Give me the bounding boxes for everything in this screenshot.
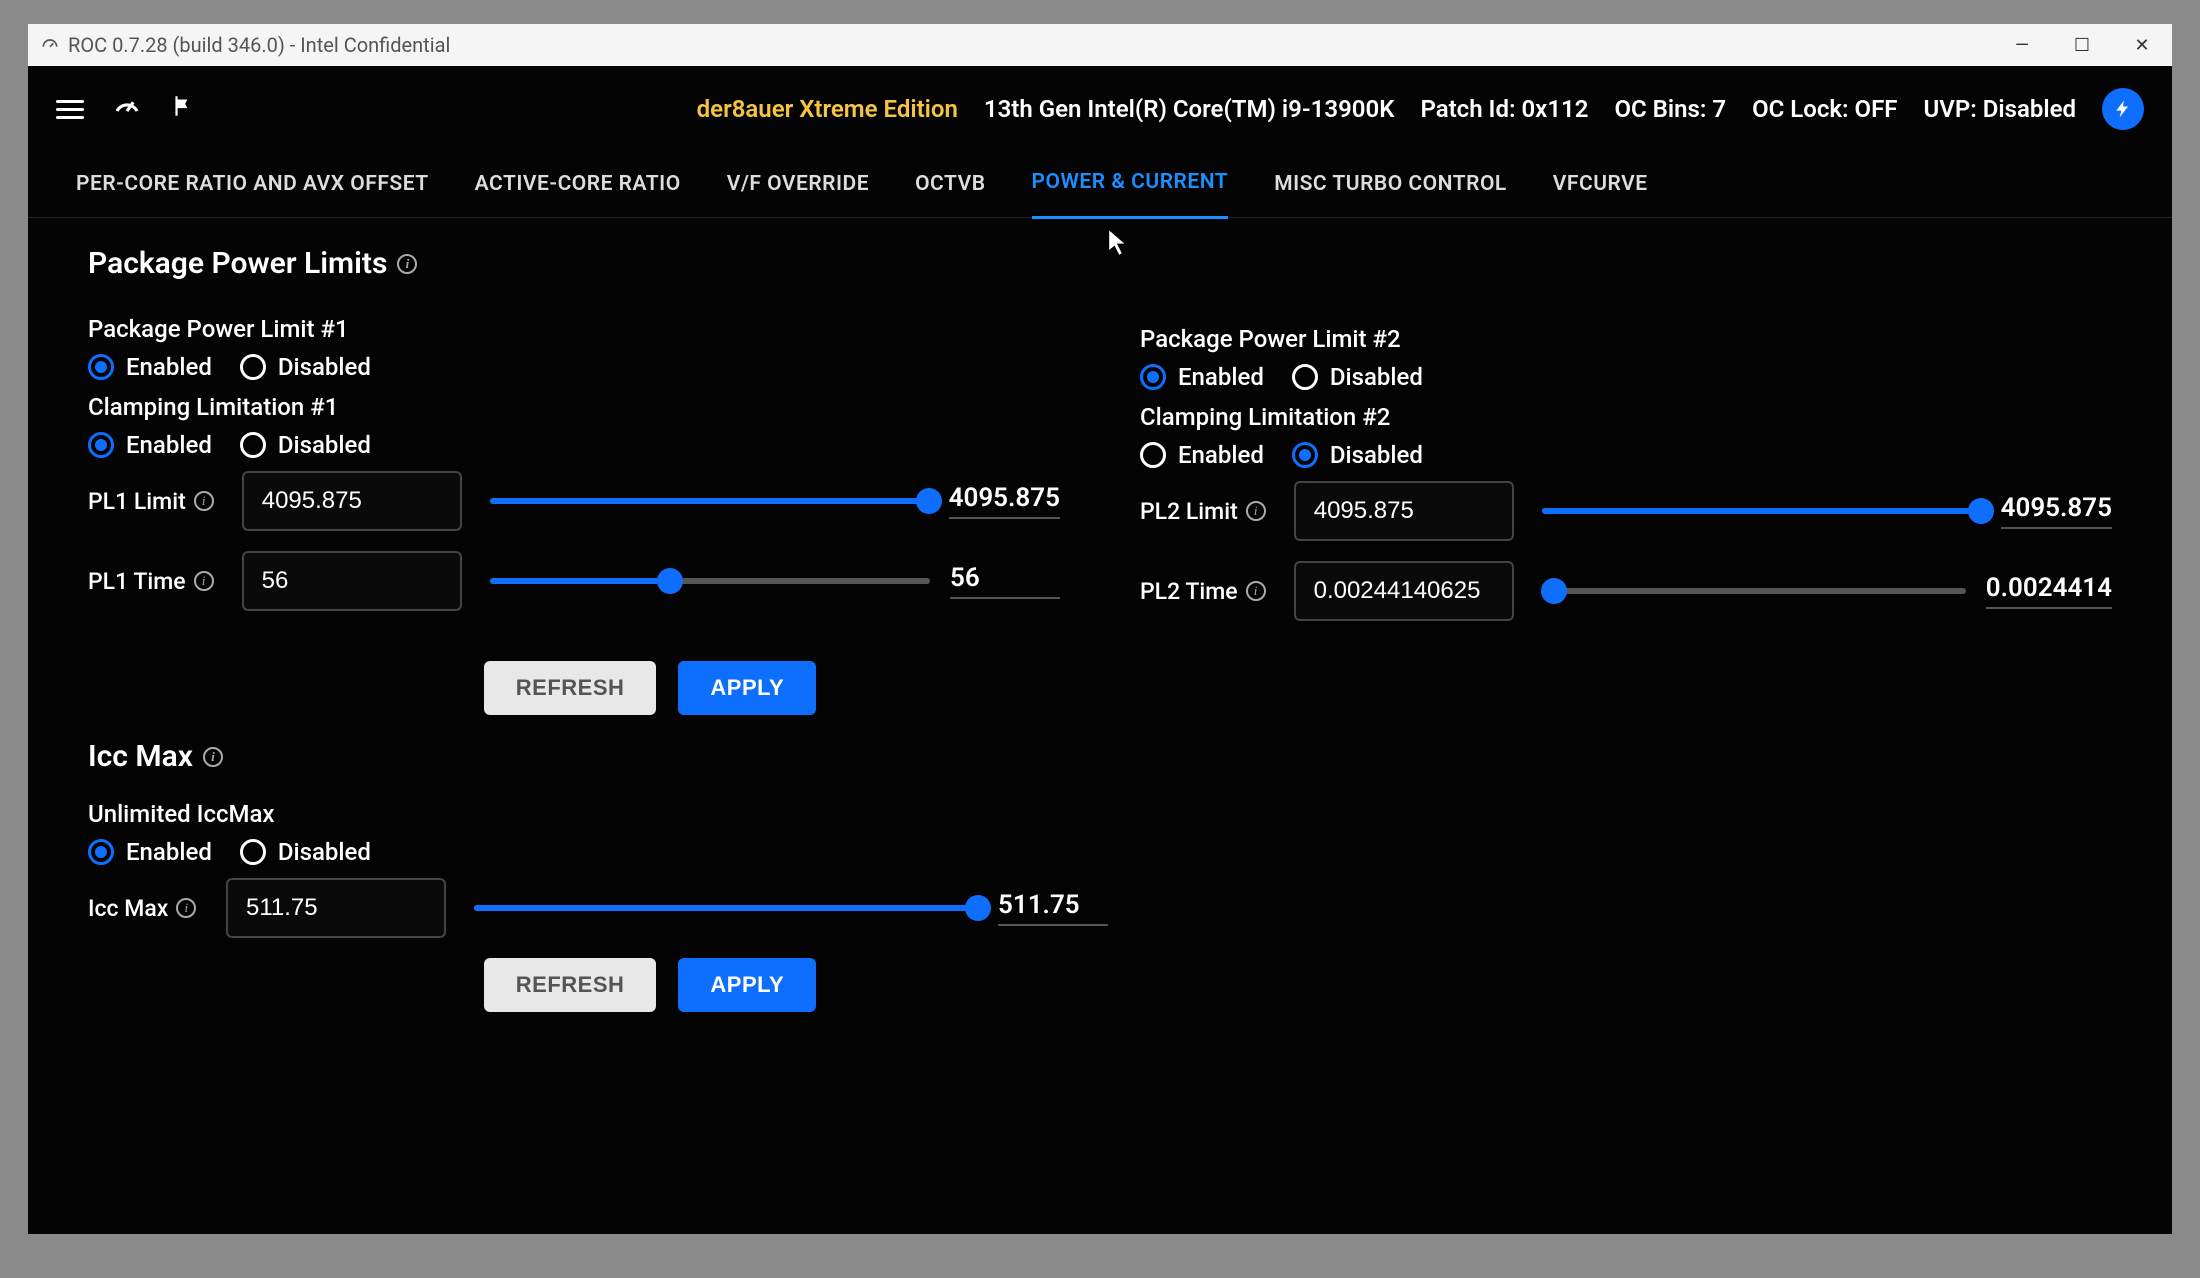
cpu-label: 13th Gen Intel(R) Core(TM) i9-13900K — [984, 95, 1395, 123]
pl1-disabled-radio[interactable]: Disabled — [240, 353, 371, 381]
pl1-time-value: 56 — [950, 563, 1060, 599]
pl2-enabled-radio[interactable]: Enabled — [1140, 363, 1264, 391]
info-icon[interactable]: i — [203, 747, 223, 767]
icc-unlimited-title: Unlimited IccMax — [88, 800, 2112, 828]
pl1-limit-slider[interactable] — [490, 498, 929, 504]
edition-label: der8auer Xtreme Edition — [697, 95, 958, 123]
tab-power-current[interactable]: POWER & CURRENT — [1032, 150, 1229, 219]
info-icon[interactable]: i — [194, 491, 214, 511]
tab-vfcurve[interactable]: VFCURVE — [1553, 152, 1648, 218]
ppl-refresh-button[interactable]: REFRESH — [484, 661, 657, 715]
icc-disabled-radio[interactable]: Disabled — [240, 838, 371, 866]
info-icon[interactable]: i — [194, 571, 214, 591]
tab-active-core[interactable]: ACTIVE-CORE RATIO — [475, 152, 681, 218]
pl2-limit-slider[interactable] — [1542, 508, 1981, 514]
pl2-time-value: 0.0024414 — [1986, 573, 2112, 609]
window-title: ROC 0.7.28 (build 346.0) - Intel Confide… — [68, 33, 450, 57]
minimize-button[interactable]: — — [1992, 24, 2052, 66]
icc-refresh-button[interactable]: REFRESH — [484, 958, 657, 1012]
lock-label: OC Lock: OFF — [1752, 95, 1897, 123]
app-header: der8auer Xtreme Edition 13th Gen Intel(R… — [28, 66, 2172, 152]
pl1-time-label: PL1 Time i — [88, 568, 214, 595]
close-button[interactable]: ✕ — [2112, 24, 2172, 66]
window-title-bar: ROC 0.7.28 (build 346.0) - Intel Confide… — [28, 24, 2172, 66]
pl2-clamp-title: Clamping Limitation #2 — [1140, 403, 2112, 431]
pl2-disabled-radio[interactable]: Disabled — [1292, 363, 1423, 391]
pl1-clamp-title: Clamping Limitation #1 — [88, 393, 1060, 421]
info-icon[interactable]: i — [1246, 501, 1266, 521]
icc-apply-button[interactable]: APPLY — [678, 958, 816, 1012]
pl1-column: Package Power Limit #1 Enabled Disabled … — [88, 307, 1060, 641]
tab-octvb[interactable]: OCTVB — [915, 152, 985, 218]
pl2-column: Package Power Limit #2 Enabled Disabled … — [1140, 317, 2112, 641]
bolt-icon[interactable] — [2102, 88, 2144, 130]
maximize-button[interactable]: ☐ — [2052, 24, 2112, 66]
pl2-title: Package Power Limit #2 — [1140, 325, 2112, 353]
pl1-title: Package Power Limit #1 — [88, 315, 1060, 343]
pl1-limit-value: 4095.875 — [949, 483, 1060, 519]
info-icon[interactable]: i — [397, 254, 417, 274]
pl1-enabled-radio[interactable]: Enabled — [88, 353, 212, 381]
icc-max-label: Icc Max i — [88, 895, 198, 922]
pl1-clamp-disabled-radio[interactable]: Disabled — [240, 431, 371, 459]
icc-max-slider[interactable] — [474, 905, 978, 911]
pl1-limit-label: PL1 Limit i — [88, 488, 214, 515]
gauge-icon[interactable] — [112, 91, 142, 128]
pl1-time-slider[interactable] — [490, 578, 930, 584]
info-icon[interactable]: i — [1246, 581, 1266, 601]
icc-max-input[interactable] — [226, 878, 446, 938]
pl2-clamp-enabled-radio[interactable]: Enabled — [1140, 441, 1264, 469]
pl1-time-input[interactable] — [242, 551, 462, 611]
header-info: der8auer Xtreme Edition 13th Gen Intel(R… — [697, 88, 2144, 130]
pl2-limit-label: PL2 Limit i — [1140, 498, 1266, 525]
pl2-time-input[interactable] — [1294, 561, 1514, 621]
app-logo-icon — [40, 35, 60, 55]
info-icon[interactable]: i — [176, 898, 196, 918]
app-root: der8auer Xtreme Edition 13th Gen Intel(R… — [28, 66, 2172, 1234]
icc-enabled-radio[interactable]: Enabled — [88, 838, 212, 866]
pl2-time-slider[interactable] — [1542, 588, 1966, 594]
pl1-clamp-enabled-radio[interactable]: Enabled — [88, 431, 212, 459]
flag-icon[interactable] — [170, 93, 196, 126]
ppl-section-title: Package Power Limits i — [88, 246, 2112, 281]
tab-per-core[interactable]: PER-CORE RATIO AND AVX OFFSET — [76, 152, 429, 218]
pl1-limit-input[interactable] — [242, 471, 462, 531]
pl2-time-label: PL2 Time i — [1140, 578, 1266, 605]
icc-section-title: Icc Max i — [88, 739, 2112, 774]
uvp-label: UVP: Disabled — [1923, 95, 2076, 123]
tab-bar: PER-CORE RATIO AND AVX OFFSET ACTIVE-COR… — [28, 152, 2172, 218]
menu-button[interactable] — [56, 100, 84, 119]
icc-max-value: 511.75 — [998, 890, 1108, 926]
patch-label: Patch Id: 0x112 — [1420, 95, 1588, 123]
pl2-limit-value: 4095.875 — [2001, 493, 2112, 529]
ppl-apply-button[interactable]: APPLY — [678, 661, 816, 715]
tab-vf-override[interactable]: V/F OVERRIDE — [727, 152, 869, 218]
content-area: Package Power Limits i Package Power Lim… — [28, 218, 2172, 1064]
tab-misc-turbo[interactable]: MISC TURBO CONTROL — [1274, 152, 1507, 218]
pl2-clamp-disabled-radio[interactable]: Disabled — [1292, 441, 1423, 469]
pl2-limit-input[interactable] — [1294, 481, 1514, 541]
bins-label: OC Bins: 7 — [1614, 95, 1726, 123]
